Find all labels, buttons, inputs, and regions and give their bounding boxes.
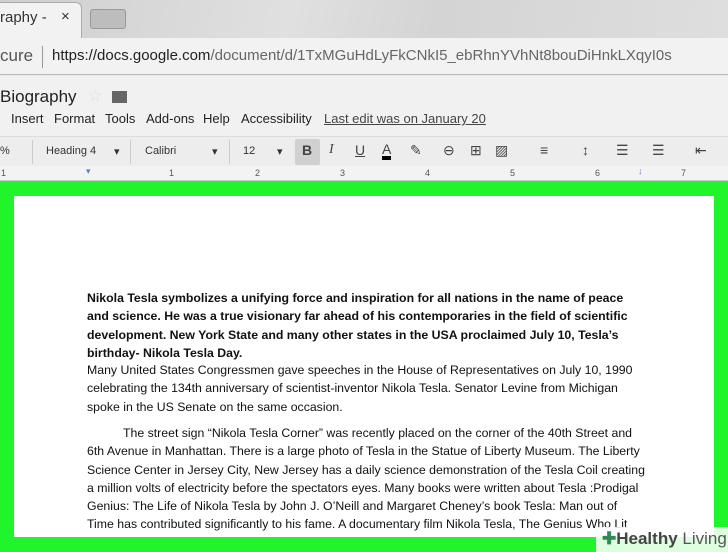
plus-icon: ✚ <box>602 529 617 548</box>
bulleted-list-icon[interactable]: ☰ <box>652 142 665 159</box>
ruler-tick: 4 <box>425 168 431 178</box>
indent-decrease-icon[interactable]: ⇤ <box>695 142 707 159</box>
url-text[interactable]: https://docs.google.com/document/d/1TxMG… <box>52 47 722 65</box>
address-bar[interactable]: cure https://docs.google.com/document/d/… <box>0 38 728 75</box>
ruler[interactable]: 1 ▾ 1 2 3 4 5 6 ↓ 7 <box>0 166 728 181</box>
highlight-icon[interactable]: ✎ <box>410 142 422 159</box>
numbered-list-icon[interactable]: ☰ <box>616 142 629 159</box>
menu-insert[interactable]: Insert <box>11 111 44 126</box>
menu-tools[interactable]: Tools <box>105 111 135 126</box>
style-select[interactable]: Heading 4 <box>46 145 96 157</box>
paragraph-street-sign[interactable]: The street sign “Nikola Tesla Corner” wa… <box>87 424 647 537</box>
image-icon[interactable]: ▨ <box>495 142 508 159</box>
tab-title[interactable]: raphy - <box>0 9 47 26</box>
divider <box>229 140 230 164</box>
paragraph-bold-intro[interactable]: Nikola Tesla symbolizes a unifying force… <box>87 289 647 362</box>
italic-button[interactable]: I <box>329 142 334 158</box>
chevron-down-icon[interactable]: ▾ <box>114 145 120 158</box>
size-select[interactable]: 12 <box>243 145 255 157</box>
watermark-word: Living <box>682 529 727 548</box>
url-domain: https://docs.google.com <box>52 47 211 64</box>
line-spacing-icon[interactable]: ↕ <box>582 142 589 158</box>
chevron-down-icon[interactable]: ▾ <box>277 145 283 158</box>
star-icon[interactable]: ☆ <box>88 86 102 106</box>
tab-close-icon[interactable]: × <box>61 8 70 25</box>
last-edit-link[interactable]: Last edit was on January 20 <box>324 111 486 126</box>
ruler-tick: 6 <box>595 168 601 178</box>
document-page[interactable]: Nikola Tesla symbolizes a unifying force… <box>14 196 714 537</box>
ruler-tick: 1 <box>1 168 7 178</box>
secure-label: cure <box>0 46 34 65</box>
menu-help[interactable]: Help <box>203 111 230 126</box>
watermark-logo: ✚Healthy Living <box>596 527 728 552</box>
watermark-word: Healthy <box>616 529 678 548</box>
ruler-tick: 3 <box>340 168 346 178</box>
ruler-tick: 7 <box>681 168 687 178</box>
zoom-select[interactable]: % <box>0 145 10 157</box>
divider <box>42 46 43 68</box>
menu-format[interactable]: Format <box>54 111 95 126</box>
menu-addons[interactable]: Add-ons <box>146 111 194 126</box>
doc-title[interactable]: Biography <box>0 87 77 107</box>
right-indent-marker-icon[interactable]: ↓ <box>638 166 643 176</box>
chevron-down-icon[interactable]: ▾ <box>212 145 218 158</box>
underline-button[interactable]: U <box>355 142 365 158</box>
tab-bar: raphy - × <box>0 0 728 38</box>
font-select[interactable]: Calibri <box>145 145 176 157</box>
comment-icon[interactable]: ⊞ <box>470 142 482 159</box>
ruler-tick: 2 <box>255 168 261 178</box>
text-color-button[interactable]: A <box>382 142 392 160</box>
doc-header: Biography ☆ Insert Format Tools Add-ons … <box>0 76 728 136</box>
divider <box>32 140 33 164</box>
menu-accessibility[interactable]: Accessibility <box>241 111 312 126</box>
toolbar: % Heading 4 ▾ Calibri ▾ 12 ▾ B I U A ✎ ⊖… <box>0 136 728 166</box>
paragraph-congress[interactable]: Many United States Congressmen gave spee… <box>87 361 647 416</box>
new-tab-button[interactable] <box>90 9 126 29</box>
folder-icon[interactable] <box>112 91 127 103</box>
divider <box>130 140 131 164</box>
indent-marker-icon[interactable]: ▾ <box>86 166 91 177</box>
url-path: /document/d/1TxMGuHdLyFkCNkI5_ebRhnYVhNt… <box>210 47 672 64</box>
link-icon[interactable]: ⊖ <box>443 142 455 159</box>
ruler-tick: 1 <box>169 168 175 178</box>
align-icon[interactable]: ≡ <box>540 142 548 158</box>
ruler-tick: 5 <box>510 168 516 178</box>
bold-button[interactable]: B <box>302 142 312 158</box>
